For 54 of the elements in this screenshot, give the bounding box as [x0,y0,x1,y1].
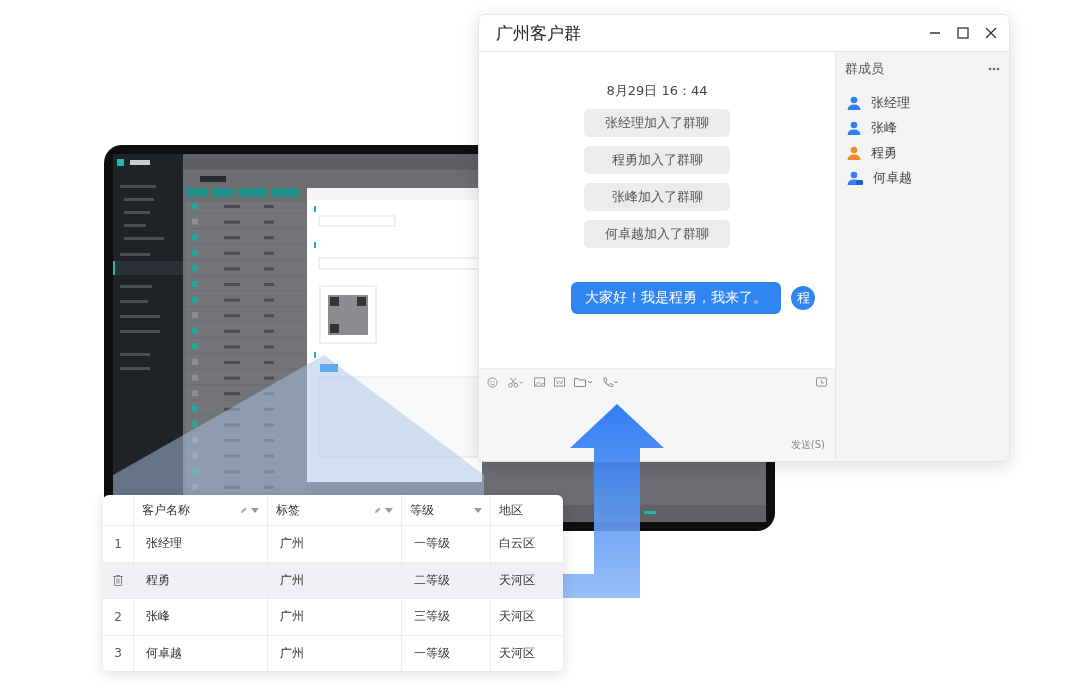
image-icon[interactable] [534,377,545,387]
table-cell: 三等级 [414,608,450,626]
filter-icon[interactable] [251,507,259,513]
column-header: 等级 [410,501,434,519]
system-message: 张峰加入了群聊 [584,183,730,211]
filter-icon[interactable] [385,507,393,513]
table-cell: 广州 [280,535,304,553]
pencil-icon[interactable] [240,506,247,514]
table-cell: 二等级 [414,571,450,589]
table-cell: 一等级 [414,535,450,553]
column-header: 地区 [499,501,523,519]
row-number: 2 [114,609,122,624]
window-title: 广州客户群 [496,21,581,45]
timestamp: 8月29日 16：44 [606,82,708,100]
scissors-icon[interactable] [507,376,525,388]
table-cell: 天河区 [499,644,535,662]
table-cell: 张经理 [146,535,182,553]
member-name[interactable]: 张峰 [871,118,897,137]
table-cell: 程勇 [146,571,170,589]
pencil-icon[interactable] [374,506,381,514]
table-cell: 一等级 [414,644,450,662]
table-cell: 白云区 [499,535,535,553]
history-icon[interactable] [816,377,827,387]
table-cell: 天河区 [499,608,535,626]
table-cell: 天河区 [499,571,535,589]
panel-title: 群成员 [845,60,884,78]
message-bubble: 大家好！我是程勇，我来了。 [571,282,781,314]
row-number: 1 [114,536,122,551]
system-message: 何卓越加入了群聊 [584,220,730,248]
member-name[interactable]: 何卓越 [873,168,912,187]
table-cell: 广州 [280,644,304,662]
system-message: 张经理加入了群聊 [584,109,730,137]
phone-icon[interactable] [602,376,619,388]
avatar: 程 [789,284,817,312]
table-cell: 广州 [280,608,304,626]
member-name[interactable]: 程勇 [871,143,897,162]
emoji-icon[interactable] [487,376,498,388]
column-header: 客户名称 [142,501,190,519]
qr-code-icon [319,285,377,344]
send-button[interactable]: 发送(S) [790,438,825,452]
document-icon[interactable] [554,377,565,387]
maximize-icon[interactable] [957,27,969,39]
table-cell: 广州 [280,571,304,589]
table-cell: 张峰 [146,608,170,626]
close-icon[interactable] [985,27,997,39]
trash-icon[interactable] [113,574,123,586]
member-name[interactable]: 张经理 [871,93,910,112]
folder-icon[interactable] [574,377,593,387]
system-message: 程勇加入了群聊 [584,146,730,174]
table-cell: 何卓越 [146,644,182,662]
filter-icon[interactable] [474,507,482,513]
row-number: 3 [114,646,122,661]
more-icon[interactable] [988,67,1000,71]
column-header: 标签 [276,501,300,519]
